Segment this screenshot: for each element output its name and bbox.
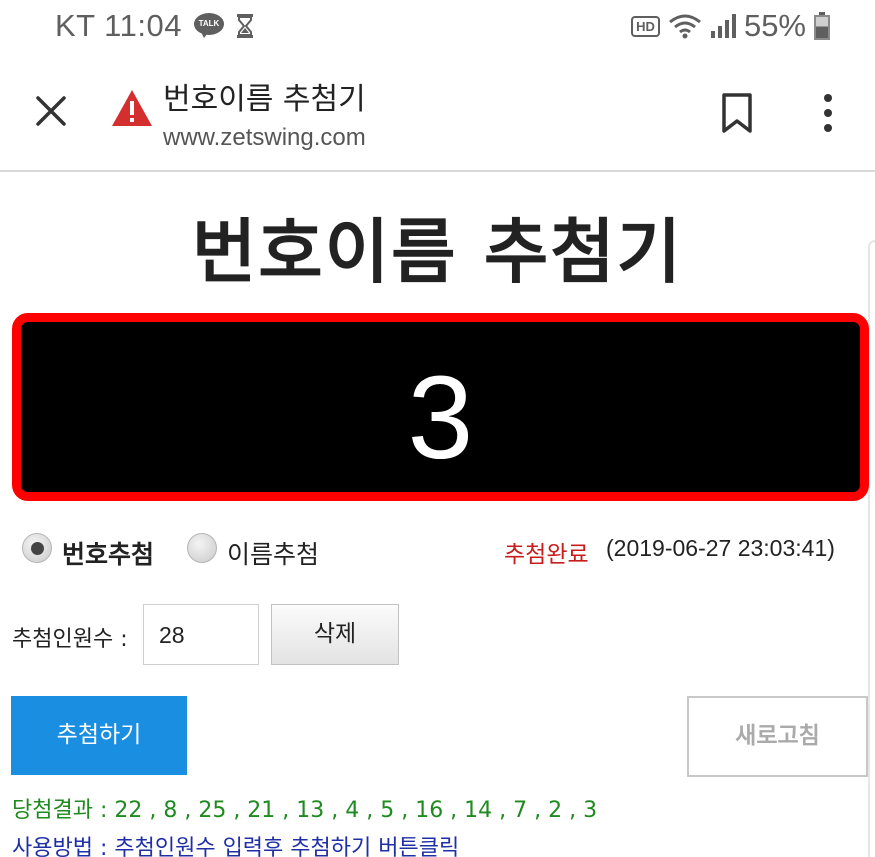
- wifi-icon: [669, 14, 701, 39]
- result-label: 당첨결과: [12, 798, 93, 823]
- scroll-edge: [868, 240, 875, 857]
- browser-app-bar: 번호이름 추첨기 www.zetswing.com: [0, 54, 875, 172]
- usage-text: 추첨인원수 입력후 추첨하기 버튼클릭: [114, 836, 460, 857]
- draw-button[interactable]: 추첨하기: [11, 696, 187, 775]
- talk-icon-text: TALK: [198, 19, 220, 28]
- more-vertical-icon[interactable]: [815, 92, 841, 138]
- battery-icon: [814, 12, 830, 40]
- usage-line: 사용방법 : 추첨인원수 입력후 추첨하기 버튼클릭: [12, 830, 459, 857]
- hd-icon: HD: [631, 15, 660, 37]
- count-label: 추첨인원수 :: [12, 627, 128, 652]
- display-number: 3: [407, 352, 474, 484]
- carrier-time: KT 11:04: [55, 8, 182, 43]
- refresh-button[interactable]: 새로고침: [687, 696, 868, 777]
- radio-number-label[interactable]: 번호추첨: [62, 535, 154, 571]
- bookmark-icon[interactable]: [720, 92, 754, 134]
- hourglass-icon: [236, 14, 253, 38]
- radio-name-label[interactable]: 이름추첨: [227, 535, 319, 571]
- status-left: KT 11:04 TALK: [55, 8, 254, 44]
- result-values: 22 , 8 , 25 , 21 , 13 , 4 , 5 , 16 , 14 …: [114, 798, 598, 823]
- draw-display: 3: [12, 313, 869, 501]
- status-bar: KT 11:04 TALK HD 55%: [0, 0, 875, 54]
- kakaotalk-icon: TALK: [193, 13, 224, 39]
- warning-icon[interactable]: [110, 88, 154, 128]
- status-right: HD 55%: [631, 8, 830, 44]
- title-block: 번호이름 추첨기 www.zetswing.com: [163, 74, 366, 152]
- status-text: 추첨완료: [504, 542, 589, 568]
- result-line: 당첨결과 : 22 , 8 , 25 , 21 , 13 , 4 , 5 , 1…: [12, 798, 598, 823]
- delete-button[interactable]: 삭제: [271, 604, 399, 665]
- usage-label: 사용방법: [12, 836, 93, 857]
- battery-percent: 55%: [743, 8, 806, 43]
- signal-icon: [710, 14, 736, 38]
- close-icon[interactable]: [30, 90, 72, 132]
- app-bar-url[interactable]: www.zetswing.com: [163, 124, 366, 152]
- count-input[interactable]: 28: [143, 604, 259, 665]
- radio-name-mode[interactable]: [187, 533, 217, 563]
- radio-number-mode[interactable]: [22, 533, 52, 563]
- page-heading: 번호이름 추첨기: [191, 211, 684, 293]
- app-bar-title: 번호이름 추첨기: [163, 82, 366, 117]
- status-timestamp: (2019-06-27 23:03:41): [606, 535, 835, 561]
- mode-selector: 번호추첨 이름추첨 추첨완료 (2019-06-27 23:03:41): [20, 530, 860, 570]
